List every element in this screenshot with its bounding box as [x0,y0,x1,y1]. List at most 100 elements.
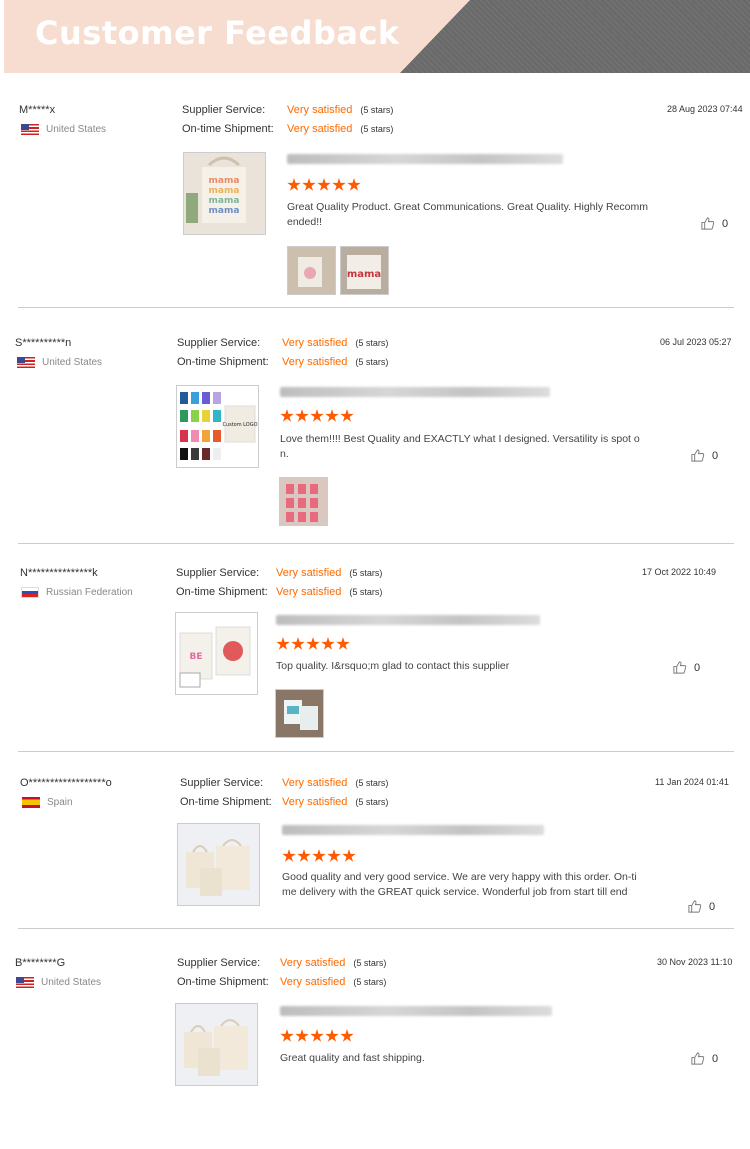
supplier-service-stars: (5 stars) [360,105,394,115]
supplier-service-rating: Supplier Service: Very satisfied (5 star… [177,957,386,969]
us-flag-icon [21,124,39,135]
supplier-service-stars: (5 stars) [353,958,387,968]
like-button[interactable]: 0 [690,1051,718,1066]
review-stars [282,849,356,863]
us-flag-icon [17,357,35,368]
star-icon [306,637,320,650]
like-button[interactable]: 0 [672,660,700,675]
ontime-shipment-stars: (5 stars) [355,797,389,807]
ontime-shipment-value: Very satisfied [280,976,346,988]
supplier-service-value: Very satisfied [287,104,353,116]
supplier-service-rating: Supplier Service: Very satisfied (5 star… [182,104,393,116]
star-icon [325,409,339,422]
thumbs-up-icon [688,900,702,913]
review-stars [276,637,350,651]
ontime-shipment-rating: On-time Shipment: Very satisfied (5 star… [177,976,386,988]
star-icon [325,1029,339,1042]
svg-text:Custom LOGO: Custom LOGO [222,422,257,428]
star-icon [317,178,331,191]
product-thumbnail[interactable]: Custom LOGO [176,385,259,468]
supplier-service-label: Supplier Service: [180,777,264,789]
product-title-blurred[interactable] [282,825,544,835]
review-photo[interactable] [279,477,328,526]
ontime-shipment-stars: (5 stars) [360,124,394,134]
product-title-blurred[interactable] [280,1006,552,1016]
svg-text:mama: mama [209,206,240,216]
product-thumbnail[interactable]: mama mama mama mama [183,152,266,235]
product-title-blurred[interactable] [280,387,550,397]
star-icon [287,178,301,191]
like-button[interactable]: 0 [700,216,728,231]
star-icon [347,178,361,191]
buyer-country: Spain [22,797,73,808]
review-stars [280,409,354,423]
svg-text:BE: BE [189,652,202,662]
review-comment: Great Quality Product. Great Communicati… [287,201,649,228]
ontime-shipment-label: On-time Shipment: [177,976,269,988]
supplier-service-value: Very satisfied [280,957,346,969]
star-icon [280,409,294,422]
star-icon [295,409,309,422]
ontime-shipment-label: On-time Shipment: [176,586,268,598]
product-title-blurred[interactable] [287,154,563,164]
header-decorative-stripe [400,0,750,73]
star-icon [327,849,341,862]
svg-text:mama: mama [209,176,240,186]
like-button[interactable]: 0 [687,899,715,914]
product-thumbnail[interactable]: BE [175,612,258,695]
supplier-service-label: Supplier Service: [177,957,261,969]
product-thumbnail[interactable] [177,823,260,906]
star-icon [332,178,346,191]
like-count: 0 [722,217,729,230]
product-title-blurred[interactable] [276,615,540,625]
ontime-shipment-label: On-time Shipment: [182,123,274,135]
country-label: Russian Federation [46,587,133,598]
star-icon [340,1029,354,1042]
thumbs-up-icon [701,217,715,230]
page-title: Customer Feedback [35,14,400,52]
product-thumbnail[interactable] [175,1003,258,1086]
star-icon [282,849,296,862]
review-divider [18,307,734,308]
review-divider [18,751,734,752]
review-photo[interactable] [287,246,336,295]
star-icon [336,637,350,650]
supplier-service-label: Supplier Service: [176,567,260,579]
star-icon [276,637,290,650]
ontime-shipment-rating: On-time Shipment: Very satisfied (5 star… [177,356,388,368]
review-divider [18,543,734,544]
thumbs-up-icon [673,661,687,674]
ontime-shipment-stars: (5 stars) [349,587,383,597]
country-label: Spain [47,797,73,808]
ontime-shipment-rating: On-time Shipment: Very satisfied (5 star… [176,586,382,598]
star-icon [291,637,305,650]
spain-flag-icon [22,797,40,808]
supplier-service-rating: Supplier Service: Very satisfied (5 star… [180,777,388,789]
review-comment: Good quality and very good service. We a… [282,871,637,898]
thumbs-up-icon [691,449,705,462]
ontime-shipment-label: On-time Shipment: [180,796,272,808]
star-icon [297,849,311,862]
ontime-shipment-value: Very satisfied [276,586,342,598]
buyer-country: United States [21,124,106,135]
supplier-service-label: Supplier Service: [182,104,266,116]
us-flag-icon [16,977,34,988]
review-date: 17 Oct 2022 10:49 [642,567,717,577]
supplier-service-stars: (5 stars) [355,338,389,348]
supplier-service-value: Very satisfied [276,567,342,579]
supplier-service-rating: Supplier Service: Very satisfied (5 star… [177,337,388,349]
thumbs-up-icon [691,1052,705,1065]
review-comment: Love them!!!! Best Quality and EXACTLY w… [280,433,640,460]
buyer-country: United States [16,977,101,988]
star-icon [280,1029,294,1042]
like-count: 0 [694,661,701,674]
review-photo[interactable] [275,689,324,738]
like-button[interactable]: 0 [690,448,718,463]
review-photo[interactable]: mama [340,246,389,295]
country-label: United States [41,977,102,988]
supplier-service-rating: Supplier Service: Very satisfied (5 star… [176,567,382,579]
review-date: 11 Jan 2024 01:41 [655,777,729,787]
ontime-shipment-rating: On-time Shipment: Very satisfied (5 star… [180,796,388,808]
star-icon [310,409,324,422]
star-icon [321,637,335,650]
